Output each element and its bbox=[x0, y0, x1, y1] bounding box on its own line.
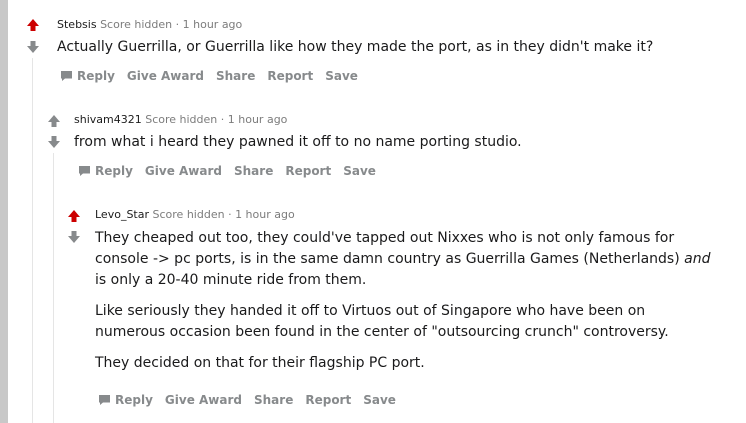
comment-paragraph-2: Like seriously they handed it off to Vir… bbox=[95, 303, 669, 340]
reply-button[interactable]: Reply bbox=[78, 164, 133, 178]
reply-button[interactable]: Reply bbox=[60, 69, 115, 83]
upvote-arrow-icon[interactable] bbox=[26, 18, 40, 32]
comment-actions: Reply Give Award Share Report Save bbox=[78, 164, 388, 178]
comment-paragraph: from what i heard they pawned it off to … bbox=[74, 134, 522, 150]
report-button[interactable]: Report bbox=[305, 393, 351, 407]
thread-line-2[interactable] bbox=[53, 153, 54, 423]
author-link[interactable]: Stebsis bbox=[57, 18, 97, 31]
save-button[interactable]: Save bbox=[363, 393, 396, 407]
downvote-arrow-icon[interactable] bbox=[26, 40, 40, 54]
comment-body: from what i heard they pawned it off to … bbox=[74, 132, 714, 163]
reply-label: Reply bbox=[115, 393, 153, 407]
comment-paragraph-1: They cheaped out too, they could've tapp… bbox=[95, 228, 715, 291]
meta-separator: · bbox=[220, 113, 225, 126]
comment-actions: Reply Give Award Share Report Save bbox=[60, 69, 370, 83]
comment-actions: Reply Give Award Share Report Save bbox=[98, 393, 408, 407]
score-label: Score hidden bbox=[152, 208, 225, 221]
save-button[interactable]: Save bbox=[325, 69, 358, 83]
save-button[interactable]: Save bbox=[343, 164, 376, 178]
comment-meta: shivam4321 Score hidden · 1 hour ago bbox=[74, 113, 287, 126]
timestamp[interactable]: 1 hour ago bbox=[228, 113, 288, 126]
comment-bubble-icon bbox=[99, 395, 110, 405]
paragraph-text: They cheaped out too, they could've tapp… bbox=[95, 230, 685, 267]
comment-body: They cheaped out too, they could've tapp… bbox=[95, 228, 715, 384]
comment-bubble-icon bbox=[79, 166, 90, 176]
comment-paragraph-3: They decided on that for their flagship … bbox=[95, 355, 425, 371]
paragraph-text: is only a 20-40 minute ride from them. bbox=[95, 272, 367, 288]
comment-paragraph: Actually Guerrilla, or Guerrilla like ho… bbox=[57, 39, 654, 55]
comment-meta: Levo_Star Score hidden · 1 hour ago bbox=[95, 208, 295, 221]
share-button[interactable]: Share bbox=[216, 69, 255, 83]
timestamp[interactable]: 1 hour ago bbox=[235, 208, 295, 221]
reply-button[interactable]: Reply bbox=[98, 393, 153, 407]
share-button[interactable]: Share bbox=[234, 164, 273, 178]
report-button[interactable]: Report bbox=[267, 69, 313, 83]
meta-separator: · bbox=[175, 18, 180, 31]
score-label: Score hidden bbox=[145, 113, 218, 126]
share-button[interactable]: Share bbox=[254, 393, 293, 407]
timestamp[interactable]: 1 hour ago bbox=[183, 18, 243, 31]
comment-body: Actually Guerrilla, or Guerrilla like ho… bbox=[57, 37, 717, 68]
comment-meta: Stebsis Score hidden · 1 hour ago bbox=[57, 18, 242, 31]
emphasis-text: and bbox=[684, 251, 711, 267]
reply-label: Reply bbox=[77, 69, 115, 83]
comment-bubble-icon bbox=[61, 71, 72, 81]
downvote-arrow-icon[interactable] bbox=[47, 135, 61, 149]
thread-collapse-bar[interactable] bbox=[0, 0, 8, 423]
give-award-button[interactable]: Give Award bbox=[127, 69, 204, 83]
give-award-button[interactable]: Give Award bbox=[165, 393, 242, 407]
upvote-arrow-icon[interactable] bbox=[47, 114, 61, 128]
thread-line-1[interactable] bbox=[32, 58, 33, 423]
meta-separator: · bbox=[228, 208, 232, 221]
author-link[interactable]: Levo_Star bbox=[95, 208, 149, 221]
author-link[interactable]: shivam4321 bbox=[74, 113, 142, 126]
give-award-button[interactable]: Give Award bbox=[145, 164, 222, 178]
report-button[interactable]: Report bbox=[285, 164, 331, 178]
score-label: Score hidden bbox=[100, 18, 173, 31]
downvote-arrow-icon[interactable] bbox=[67, 230, 81, 244]
upvote-arrow-icon[interactable] bbox=[67, 209, 81, 223]
reply-label: Reply bbox=[95, 164, 133, 178]
